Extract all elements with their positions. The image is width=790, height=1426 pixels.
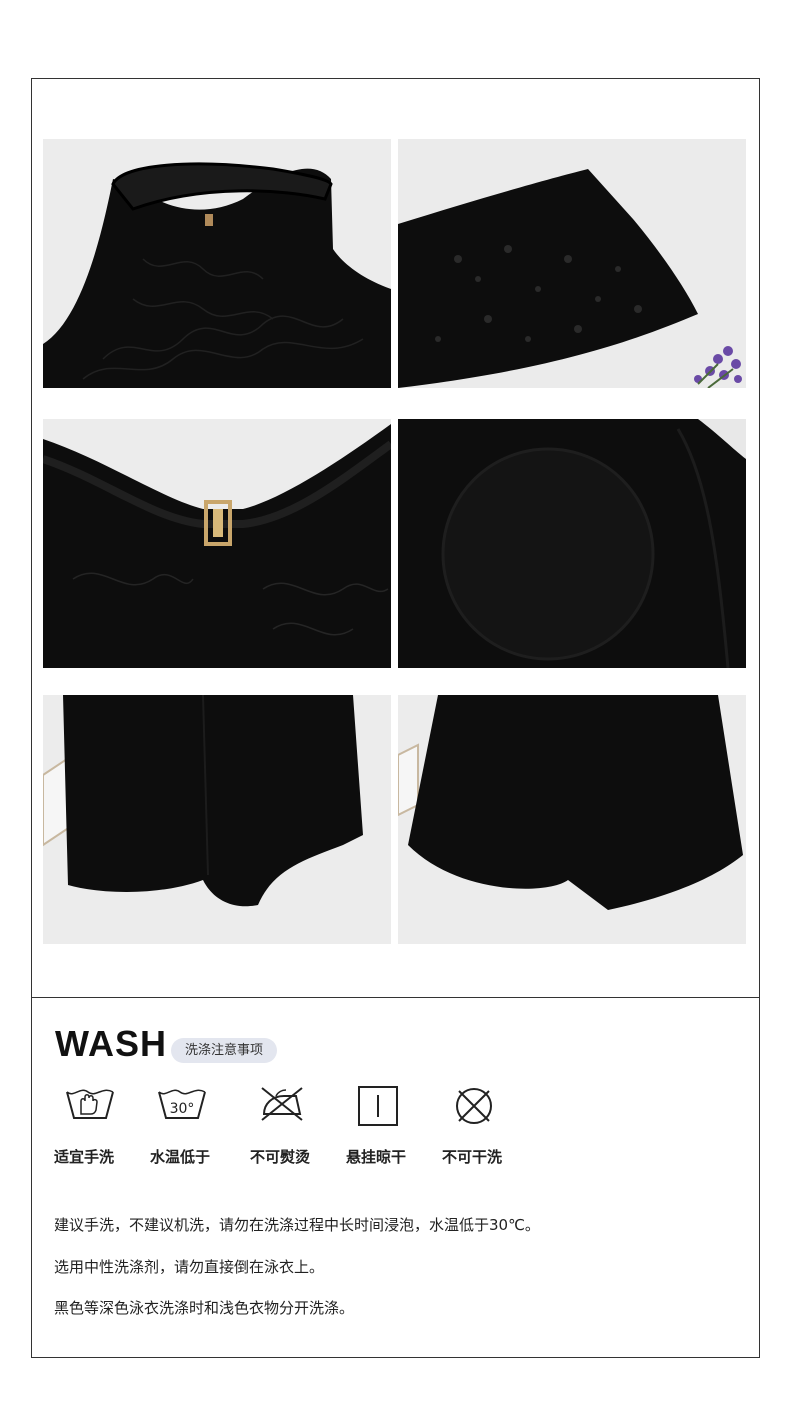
no-dry-clean-icon — [429, 1084, 519, 1128]
care-label-hang-dry: 悬挂晾干 — [346, 1148, 407, 1166]
hang-dry-icon — [333, 1084, 423, 1128]
care-label-no-dry-clean: 不可干洗 — [442, 1148, 503, 1166]
section-divider — [31, 997, 760, 998]
shorts-front-photo — [43, 695, 391, 944]
bra-pad-photo — [398, 419, 746, 668]
wash-subtitle-badge: 洗涤注意事项 — [171, 1038, 278, 1063]
wash-note: 选用中性洗涤剂，请勿直接倒在泳衣上。 — [54, 1258, 325, 1276]
wash-note: 黑色等深色泳衣洗涤时和浅色衣物分开洗涤。 — [54, 1299, 355, 1317]
lace-hem-flower-photo — [398, 139, 746, 388]
hand-wash-icon — [45, 1084, 135, 1124]
no-iron-icon — [237, 1084, 327, 1124]
shorts-back-photo — [398, 695, 746, 944]
gold-buckle-photo — [43, 419, 391, 668]
water-temp-text: 30° — [170, 1101, 195, 1117]
wash-title: WASH — [55, 1023, 167, 1064]
care-label-no-iron: 不可熨烫 — [250, 1148, 311, 1166]
wash-note: 建议手洗，不建议机洗，请勿在洗涤过程中长时间浸泡，水温低于30℃。 — [54, 1216, 540, 1234]
care-label-water-temp: 水温低于 — [150, 1148, 211, 1166]
halter-neck-lace-photo — [43, 139, 391, 388]
care-label-hand-wash: 适宜手洗 — [54, 1148, 115, 1166]
water-temp-30-icon: 30° — [137, 1084, 227, 1124]
